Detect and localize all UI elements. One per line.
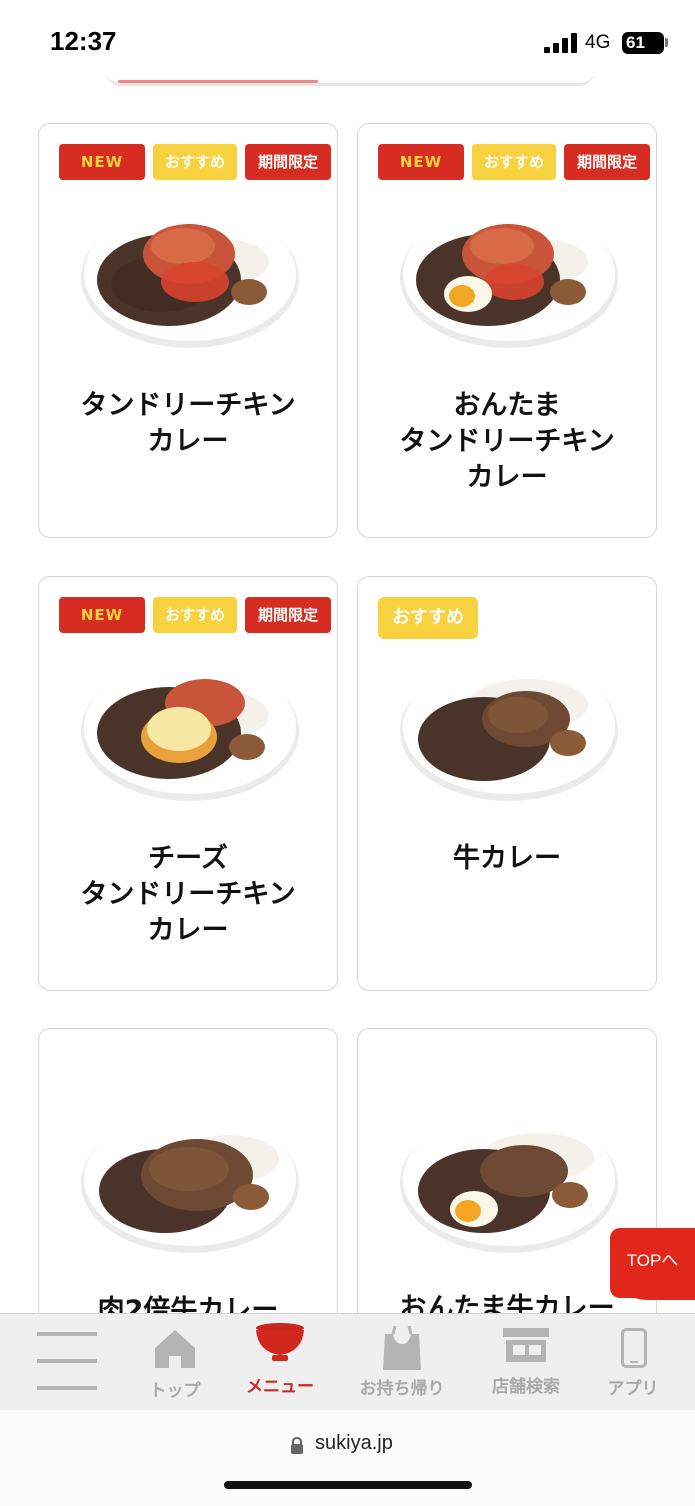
menu-card-ontama-tandoori-chicken-curry[interactable]: NEW おすすめ 期間限定 おんたま タンドリーチキン カレー bbox=[357, 123, 657, 538]
nav-label: メニュー bbox=[246, 1377, 314, 1397]
browser-address-bar[interactable] bbox=[0, 1410, 695, 1506]
nav-label: お持ち帰り bbox=[359, 1379, 445, 1399]
dish-image bbox=[400, 660, 618, 801]
storefront-icon bbox=[503, 1328, 549, 1362]
status-bar: 12:37 4G 61 bbox=[0, 0, 695, 80]
menu-item-name: タンドリーチキン カレー bbox=[80, 390, 296, 457]
battery-icon: 61 bbox=[622, 32, 664, 54]
new-badge: NEW bbox=[59, 144, 145, 180]
menu-item-name: 牛カレー bbox=[453, 843, 561, 874]
house-icon bbox=[155, 1330, 195, 1368]
bowl-icon bbox=[256, 1323, 304, 1361]
dish-image bbox=[400, 1112, 618, 1253]
signal-strength-icon bbox=[544, 33, 578, 53]
network-type: 4G bbox=[585, 32, 611, 53]
nav-item-app[interactable]: アプリ bbox=[568, 1314, 695, 1411]
home-indicator bbox=[224, 1481, 472, 1489]
bowl-shape-icon bbox=[610, 1280, 695, 1300]
recommended-badge: おすすめ bbox=[378, 597, 478, 639]
new-badge: NEW bbox=[378, 144, 464, 180]
menu-item-name: おんたま タンドリーチキン カレー bbox=[399, 390, 615, 493]
nav-item-takeout[interactable]: お持ち帰り bbox=[337, 1314, 467, 1411]
recommended-badge: おすすめ bbox=[472, 144, 556, 180]
dish-image bbox=[81, 207, 299, 348]
recommended-badge: おすすめ bbox=[153, 597, 237, 633]
status-time: 12:37 bbox=[50, 26, 117, 56]
new-badge: NEW bbox=[59, 597, 145, 633]
bottom-navigation: トップ メニュー お持ち帰り 店舗検索 アプリ bbox=[0, 1313, 695, 1410]
battery-nub bbox=[665, 38, 668, 47]
scrolled-category-bar bbox=[105, 70, 595, 86]
menu-card-beef-curry[interactable]: おすすめ 牛カレー bbox=[357, 576, 657, 991]
menu-card-cheese-tandoori-chicken-curry[interactable]: NEW おすすめ 期間限定 チーズ タンドリーチキン カレー bbox=[38, 576, 338, 991]
badge-row: NEW おすすめ 期間限定 bbox=[59, 597, 331, 633]
lock-icon bbox=[291, 1437, 303, 1454]
shopping-bag-icon bbox=[383, 1326, 421, 1370]
smartphone-icon bbox=[621, 1328, 647, 1368]
dish-image bbox=[81, 660, 299, 801]
url-domain: sukiya.jp bbox=[315, 1432, 393, 1454]
hamburger-menu-icon bbox=[37, 1332, 97, 1390]
nav-item-menu[interactable]: メニュー bbox=[215, 1314, 345, 1411]
limited-time-badge: 期間限定 bbox=[245, 597, 331, 633]
recommended-badge: おすすめ bbox=[153, 144, 237, 180]
limited-time-badge: 期間限定 bbox=[564, 144, 650, 180]
limited-time-badge: 期間限定 bbox=[245, 144, 331, 180]
menu-card-tandoori-chicken-curry[interactable]: NEW おすすめ 期間限定 タンドリーチキン カレー bbox=[38, 123, 338, 538]
badge-row: NEW おすすめ 期間限定 bbox=[378, 144, 650, 180]
dish-image bbox=[81, 1112, 299, 1253]
nav-label: アプリ bbox=[607, 1379, 659, 1399]
menu-item-name: チーズ タンドリーチキン カレー bbox=[80, 843, 296, 946]
badge-row: NEW おすすめ 期間限定 bbox=[59, 144, 331, 180]
badge-row: おすすめ bbox=[378, 597, 478, 639]
scrolled-category-indicator bbox=[118, 80, 318, 83]
back-to-top-label: TOPへ bbox=[626, 1251, 679, 1270]
dish-image bbox=[400, 207, 618, 348]
